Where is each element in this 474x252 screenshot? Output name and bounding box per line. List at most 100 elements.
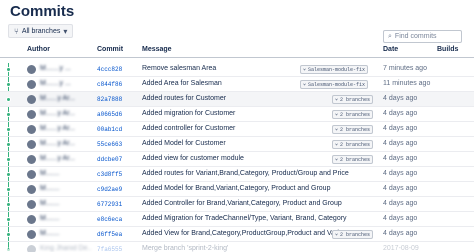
avatar	[27, 155, 36, 164]
commit-hash-link[interactable]: c3d8ff5	[97, 171, 122, 178]
commit-date: 4 days ago	[383, 215, 418, 222]
find-commits-input[interactable]: ⌕ Find commits	[383, 30, 462, 43]
commit-graph-dot	[6, 127, 11, 132]
branch-icon: ⑂	[335, 126, 339, 133]
commit-date: 4 days ago	[383, 185, 418, 192]
commit-hash-link[interactable]: a0665d6	[97, 111, 122, 118]
search-icon: ⌕	[388, 32, 392, 40]
commit-author: M......y Ar...	[40, 125, 76, 132]
commit-message: Remove salesman Area	[142, 65, 217, 72]
commit-hash-link[interactable]: c844f86	[97, 81, 122, 88]
commit-author: M......y Ar...	[40, 155, 76, 162]
branch-tag[interactable]: ⑂ 2 branches	[332, 125, 374, 134]
commit-message: Added Model for Brand,Variant,Category, …	[142, 185, 331, 192]
commit-date: 4 days ago	[383, 140, 418, 147]
commit-column-header: Commit	[97, 46, 124, 53]
commit-author: M.......	[40, 185, 60, 192]
commit-hash-link[interactable]: 00ab1cd	[97, 126, 122, 133]
commit-message: Added Controller for Brand,Variant,Categ…	[142, 200, 342, 207]
branch-icon: ⑂	[14, 26, 19, 36]
commit-row[interactable]: M.......y ... 4ccc828 Remove salesman Area…	[0, 62, 474, 77]
avatar	[27, 65, 36, 74]
commit-hash-link[interactable]: 55ce663	[97, 141, 122, 148]
commit-hash-link[interactable]: 82a7888	[97, 96, 122, 103]
commit-row[interactable]: King Jhanid De... 7fa6555 Merge branch 'sp…	[0, 242, 474, 252]
avatar	[27, 80, 36, 89]
branch-icon: ⑂	[335, 111, 339, 118]
commit-message: Merge branch 'sprint-2-king'	[142, 245, 229, 252]
commit-author: M......y Ar...	[40, 95, 76, 102]
commit-graph-dot	[6, 202, 11, 207]
branch-tag[interactable]: ⑂ 2 branches	[332, 95, 374, 104]
commit-row[interactable]: M....... c3d8ff5 Added routes for Variant,…	[0, 167, 474, 182]
commit-hash-link[interactable]: e8c6eca	[97, 216, 122, 223]
commit-row[interactable]: M.......y ... c844f86 Added Area for Sales…	[0, 77, 474, 92]
avatar	[27, 140, 36, 149]
branch-tag[interactable]: ⑂ 2 branches	[332, 140, 374, 149]
commit-hash-link[interactable]: 4ccc828	[97, 66, 122, 73]
commit-message: Added controller for Customer	[142, 125, 236, 132]
commit-date: 4 days ago	[383, 155, 418, 162]
header-divider	[0, 57, 474, 58]
commit-row[interactable]: M....... e8c6eca Added Migration for Trade…	[0, 212, 474, 227]
all-branches-label: All branches	[21, 27, 61, 35]
commit-graph-dot	[6, 97, 11, 102]
commit-message: Added migration for Customer	[142, 110, 236, 117]
commit-date: 4 days ago	[383, 170, 418, 177]
commit-row[interactable]: M....... d6ff5ea Added View for Brand,Cate…	[0, 227, 474, 242]
branch-tag[interactable]: ⑂ 2 branches	[332, 230, 374, 239]
commit-graph-dot	[6, 187, 11, 192]
commit-date: 11 minutes ago	[383, 80, 431, 87]
commit-graph-dot	[6, 142, 11, 147]
message-column-header: Message	[142, 46, 172, 53]
branch-icon: ⑂	[303, 81, 307, 88]
commit-graph-dot	[6, 217, 11, 222]
commit-row[interactable]: M....... c9d2ae9 Added Model for Brand,Var…	[0, 182, 474, 197]
date-column-header: Date	[383, 46, 399, 53]
commit-row[interactable]: M......y Ar... a0665d6 Added migration for…	[0, 107, 474, 122]
branch-tag[interactable]: ⑂ 2 branches	[332, 155, 374, 164]
avatar	[27, 230, 36, 239]
commit-row[interactable]: M....... 6772931 Added Controller for Bran…	[0, 197, 474, 212]
commit-row[interactable]: M......y Ar... 82a7888 Added routes for Cu…	[0, 92, 474, 107]
commit-row[interactable]: M......y Ar... 55ce663 Added Model for Cus…	[0, 137, 474, 152]
avatar	[27, 200, 36, 209]
branch-tag-label: Salesman-module-fix	[308, 81, 366, 88]
commit-graph-dot	[6, 157, 11, 162]
builds-column-header: Builds	[437, 46, 459, 53]
commit-hash-link[interactable]: 7fa6555	[97, 246, 122, 252]
avatar	[27, 185, 36, 194]
commit-date: 4 days ago	[383, 200, 418, 207]
commit-author: King Jhanid De...	[40, 245, 92, 252]
branch-icon: ⑂	[303, 66, 307, 73]
commit-hash-link[interactable]: d6ff5ea	[97, 231, 122, 238]
commit-graph-dot	[6, 247, 11, 252]
commit-hash-link[interactable]: c9d2ae9	[97, 186, 122, 193]
branch-icon: ⑂	[335, 156, 339, 163]
branch-tag-label: 2 branches	[340, 156, 371, 163]
commit-author: M.......	[40, 170, 60, 177]
branch-tag[interactable]: ⑂ Salesman-module-fix	[300, 65, 369, 74]
avatar	[27, 170, 36, 179]
branch-tag[interactable]: ⑂ Salesman-module-fix	[300, 80, 369, 89]
branch-icon: ⑂	[335, 141, 339, 148]
branch-tag[interactable]: ⑂ 2 branches	[332, 110, 374, 119]
commit-date: 2017-08-09	[383, 245, 419, 252]
commit-graph-dot	[6, 172, 11, 177]
find-commits-placeholder: Find commits	[394, 33, 437, 40]
branch-tag-label: 2 branches	[340, 111, 371, 118]
commit-hash-link[interactable]: ddcbe07	[97, 156, 122, 163]
commit-hash-link[interactable]: 6772931	[97, 201, 122, 208]
avatar	[27, 110, 36, 119]
commit-message: Added Model for Customer	[142, 140, 226, 147]
branch-tag-label: 2 branches	[340, 141, 371, 148]
commit-author: M.......	[40, 215, 60, 222]
commit-date: 7 minutes ago	[383, 65, 427, 72]
all-branches-dropdown[interactable]: ⑂ All branches ▾	[8, 24, 74, 38]
avatar	[27, 95, 36, 104]
commit-author: M.......	[40, 230, 60, 237]
commit-message: Added view for customer module	[142, 155, 244, 162]
avatar	[27, 245, 36, 252]
commit-row[interactable]: M......y Ar... 00ab1cd Added controller fo…	[0, 122, 474, 137]
commit-row[interactable]: M......y Ar... ddcbe07 Added view for cust…	[0, 152, 474, 167]
